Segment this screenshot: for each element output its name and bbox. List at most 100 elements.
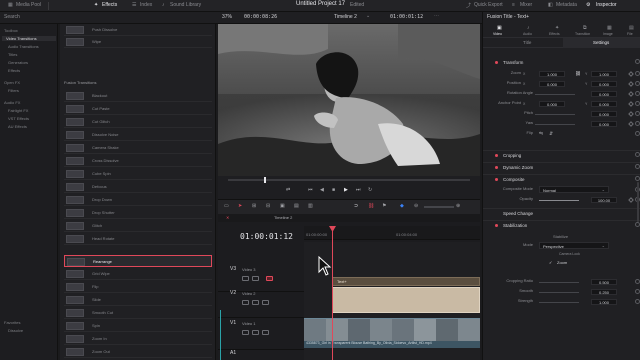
list-item[interactable]: Cut Glitch — [64, 116, 212, 128]
tree-item[interactable]: Fairlight FX — [8, 108, 28, 113]
list-item[interactable]: Push Dissolve — [64, 24, 212, 36]
timeline-selector[interactable]: Timeline 2 — [334, 14, 357, 20]
tree-item[interactable]: VST Effects — [8, 116, 29, 121]
auto-select-icon[interactable] — [252, 330, 259, 335]
list-item[interactable]: Drop Down — [64, 194, 212, 206]
rotation-input[interactable]: 0.000 — [591, 91, 617, 97]
cropping-ratio-input[interactable]: 0.500 — [591, 279, 617, 285]
smooth-input[interactable]: 0.250 — [591, 289, 617, 295]
sound-library-icon[interactable]: ♪ — [162, 2, 165, 8]
zoom-slider[interactable] — [424, 206, 454, 208]
section-composite[interactable]: Composite — [483, 174, 640, 184]
overwrite-clip-icon[interactable]: ▤ — [294, 203, 299, 209]
video-viewer[interactable] — [218, 24, 480, 176]
search-label[interactable]: Search — [4, 14, 20, 20]
auto-select-icon[interactable] — [252, 276, 259, 281]
title-clip-v3[interactable]: Text+ — [332, 277, 480, 286]
tab-video[interactable]: Video — [493, 32, 502, 36]
mixer-tab[interactable]: Mixer — [520, 2, 532, 8]
zoom-level[interactable]: 37% — [222, 14, 232, 20]
list-item[interactable]: Head Rotate — [64, 233, 212, 245]
tree-item[interactable]: Generators — [8, 60, 28, 65]
audio-tab-icon[interactable]: ♪ — [527, 25, 530, 31]
list-item[interactable]: Wipe — [64, 36, 212, 48]
reset-icon[interactable] — [635, 131, 640, 136]
checkmark-icon[interactable]: ✓ — [549, 260, 552, 265]
play-reverse-icon[interactable]: ◀ — [320, 187, 324, 193]
tree-item[interactable]: Audio Transitions — [8, 44, 39, 49]
quick-export-icon[interactable]: ⤴ — [466, 2, 471, 9]
list-item[interactable]: Glitch — [64, 220, 212, 232]
track-name[interactable]: Video 1 — [242, 321, 256, 326]
track-name[interactable]: Video 3 — [242, 267, 256, 272]
stabilize-button[interactable]: Stabilize — [553, 234, 568, 239]
cropping-ratio-slider[interactable] — [539, 282, 579, 283]
reset-icon[interactable] — [635, 81, 640, 86]
keyframe-icon[interactable] — [628, 121, 634, 127]
index-icon[interactable]: ☰ — [132, 2, 136, 8]
snapping-icon[interactable]: ⊃ — [354, 203, 358, 209]
play-icon[interactable]: ▶ — [344, 187, 348, 193]
keyframe-icon[interactable] — [628, 71, 634, 77]
reset-icon[interactable] — [635, 164, 640, 169]
section-dynamic-zoom[interactable]: Dynamic Zoom — [483, 162, 640, 172]
tree-item[interactable]: Effects — [8, 68, 20, 73]
blade-tool-icon[interactable]: ⊟ — [266, 203, 270, 209]
tab-image[interactable]: Image — [603, 32, 613, 36]
list-item[interactable]: Dissolve Noise — [64, 129, 212, 141]
anchor-y-input[interactable]: 0.000 — [591, 101, 617, 107]
enable-dot[interactable] — [495, 178, 498, 181]
list-item[interactable]: Camera Shake — [64, 142, 212, 154]
index-tab[interactable]: Index — [140, 2, 152, 8]
list-item[interactable]: Spin — [64, 320, 212, 332]
strength-input[interactable]: 1.000 — [591, 299, 617, 305]
tree-item[interactable]: Titles — [8, 52, 17, 57]
link-icon[interactable]: ⛓ — [575, 71, 581, 77]
subtab-settings[interactable]: Settings — [593, 40, 609, 45]
position-y-input[interactable]: 0.000 — [591, 81, 617, 87]
skip-forward-icon[interactable]: ⏭ — [356, 187, 361, 193]
enable-dot[interactable] — [495, 154, 498, 157]
reset-icon[interactable] — [635, 222, 640, 227]
mode-dropdown[interactable]: Perspective ⌄ — [539, 242, 609, 249]
stop-icon[interactable]: ■ — [332, 187, 335, 193]
tree-item[interactable]: Toolbox — [4, 28, 18, 33]
tab-audio[interactable]: Audio — [523, 32, 532, 36]
pointer-tool-icon[interactable]: ➤ — [238, 203, 242, 209]
keyframe-icon[interactable] — [628, 197, 634, 203]
opacity-input[interactable]: 100.00 — [591, 197, 617, 203]
keyframe-icon[interactable] — [628, 101, 634, 107]
keyframe-icon[interactable] — [628, 81, 634, 87]
tab-file[interactable]: File — [627, 32, 633, 36]
title-clip-v2[interactable] — [332, 287, 480, 313]
zoom-out-icon[interactable]: ⊖ — [414, 203, 418, 209]
reset-icon[interactable] — [635, 71, 640, 76]
list-item[interactable]: Drop Shutter — [64, 207, 212, 219]
metadata-tab[interactable]: Metadata — [556, 2, 577, 8]
linked-selection-icon[interactable]: ⛓ — [368, 203, 374, 209]
yaw-input[interactable]: 0.000 — [591, 121, 617, 127]
track-enable-icon[interactable] — [266, 276, 273, 281]
list-item[interactable]: Flip — [64, 281, 212, 293]
tree-item[interactable]: AU Effects — [8, 124, 27, 129]
chevron-down-icon[interactable]: ⌄ — [366, 13, 370, 19]
keyframe-icon[interactable] — [628, 111, 634, 117]
reset-icon[interactable] — [635, 152, 640, 157]
pitch-input[interactable]: 0.000 — [591, 111, 617, 117]
track-name[interactable]: Video 2 — [242, 291, 256, 296]
tree-item[interactable]: Audio FX — [4, 100, 20, 105]
scrubber-handle[interactable] — [264, 177, 266, 183]
rotation-slider[interactable] — [535, 94, 575, 95]
zoom-x-input[interactable]: 1.000 — [539, 71, 565, 77]
composite-mode-dropdown[interactable]: Normal ⌄ — [539, 186, 609, 193]
list-item[interactable]: Cube Spin — [64, 168, 212, 180]
reset-icon[interactable] — [635, 91, 640, 96]
tree-item[interactable]: Filters — [8, 88, 19, 93]
track-enable-icon[interactable] — [262, 330, 269, 335]
list-item[interactable]: Zoom In — [64, 333, 212, 345]
mixer-icon[interactable]: ≡ — [512, 2, 515, 8]
close-tab-icon[interactable]: ✕ — [226, 215, 229, 220]
enable-dot[interactable] — [495, 61, 498, 64]
selection-tool-icon[interactable]: ▭ — [224, 203, 229, 209]
list-item[interactable]: Slide — [64, 294, 212, 306]
